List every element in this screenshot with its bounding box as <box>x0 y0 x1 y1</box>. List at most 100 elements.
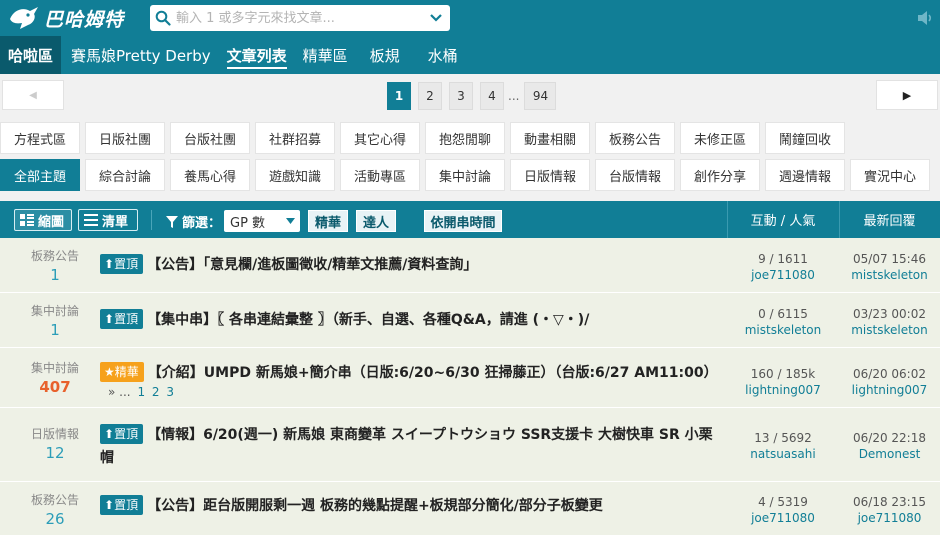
grid-view-label: 縮圖 <box>38 214 65 230</box>
category-tab[interactable]: 活動專區 <box>340 159 420 191</box>
row-last-time[interactable]: 05/07 15:46 <box>839 251 940 267</box>
badge-label: 置頂 <box>114 257 139 271</box>
nav-rules[interactable]: 板規 <box>356 36 414 74</box>
row-author[interactable]: lightning007 <box>727 382 839 398</box>
row-stats: 13 / 5692 natsuasahi <box>727 430 839 462</box>
category-tab[interactable]: 社群招募 <box>255 122 335 154</box>
search-input[interactable] <box>176 6 422 30</box>
nav-home[interactable]: 哈啦區 <box>0 36 62 74</box>
category-tab[interactable]: 方程式區 <box>0 122 80 154</box>
search-icon[interactable] <box>150 5 176 31</box>
category-tab[interactable]: 養馬心得 <box>170 159 250 191</box>
pagination: ◀ 1 2 3 4 ... 94 ▶ <box>0 74 940 122</box>
row-title[interactable]: 【集中串】〖 各串連結彙整 〗（新手、自選、各種Q&A，請進 (・▽・)/ <box>147 312 589 328</box>
page-2[interactable]: 2 <box>418 82 442 110</box>
row-category[interactable]: 集中討論 <box>0 359 110 376</box>
sub-page-link[interactable]: 1 <box>137 385 145 399</box>
nav-board-name[interactable]: 賽馬娘Pretty Derby <box>63 36 219 74</box>
row-title[interactable]: 【介紹】UMPD 新馬娘+簡介串（日版:6/20~6/30 狂掃藤正）（台版:6… <box>148 365 718 381</box>
row-author[interactable]: joe711080 <box>727 267 839 283</box>
category-tab[interactable]: 台版情報 <box>595 159 675 191</box>
table-row[interactable]: 集中討論 407 ★精華 【介紹】UMPD 新馬娘+簡介串（日版:6/20~6/3… <box>0 348 940 408</box>
sort-by-time-button[interactable]: 依開串時間 <box>424 210 502 232</box>
featured-filter-button[interactable]: 精華 <box>308 210 348 232</box>
chevron-down-icon[interactable] <box>422 5 450 31</box>
sub-page-link[interactable]: 3 <box>166 385 174 399</box>
row-last-user[interactable]: lightning007 <box>839 382 940 398</box>
nav-article-list[interactable]: 文章列表 <box>219 36 295 74</box>
row-category[interactable]: 板務公告 <box>0 247 110 264</box>
sub-page-link[interactable]: 2 <box>152 385 160 399</box>
category-tab[interactable]: 其它心得 <box>340 122 420 154</box>
category-tab[interactable]: 實況中心 <box>850 159 930 191</box>
nav-featured[interactable]: 精華區 <box>295 36 356 74</box>
arrow-up-icon: ⬆ <box>104 427 115 441</box>
row-stats: 9 / 1611 joe711080 <box>727 251 839 283</box>
category-tab[interactable]: 綜合討論 <box>85 159 165 191</box>
search-box <box>150 5 450 31</box>
prev-page-button[interactable]: ◀ <box>2 80 64 110</box>
category-tab[interactable]: 日版社團 <box>85 122 165 154</box>
row-author[interactable]: joe711080 <box>727 510 839 526</box>
list-view-button[interactable]: 清單 <box>78 209 138 231</box>
row-title[interactable]: 【公告】距台版開服剩一週 板務的幾點提醒+板規部分簡化/部分子板變更 <box>147 498 603 514</box>
row-last-time[interactable]: 06/18 23:15 <box>839 494 940 510</box>
table-row[interactable]: 板務公告 26 ⬆置頂 【公告】距台版開服剩一週 板務的幾點提醒+板規部分簡化/部… <box>0 482 940 536</box>
row-category[interactable]: 集中討論 <box>0 302 110 319</box>
row-stats-value: 160 / 185k <box>750 367 816 381</box>
category-tab[interactable]: 週邊情報 <box>765 159 845 191</box>
site-logo[interactable]: 巴哈姆特 <box>8 4 124 32</box>
expert-filter-button[interactable]: 達人 <box>356 210 396 232</box>
category-tab[interactable]: 抱怨閒聊 <box>425 122 505 154</box>
row-title[interactable]: 【公告】「意見欄/進板圖徵收/精華文推薦/資料查詢」 <box>147 257 477 273</box>
row-last-user[interactable]: mistskeleton <box>839 322 940 338</box>
row-gp: 1 <box>50 266 60 284</box>
board-nav: 哈啦區 賽馬娘Pretty Derby 文章列表 精華區 板規 水桶 <box>0 36 940 74</box>
row-author[interactable]: mistskeleton <box>727 322 839 338</box>
row-gp: 1 <box>50 321 60 339</box>
page-1[interactable]: 1 <box>387 82 411 110</box>
category-tab[interactable]: 日版情報 <box>510 159 590 191</box>
volume-icon[interactable] <box>916 9 934 31</box>
row-last-time[interactable]: 03/23 00:02 <box>839 306 940 322</box>
category-tab[interactable]: 板務公告 <box>595 122 675 154</box>
featured-badge: ★精華 <box>100 362 144 382</box>
nav-bucket[interactable]: 水桶 <box>414 36 472 74</box>
category-tab[interactable]: 未修正區 <box>680 122 760 154</box>
category-tab[interactable]: 台版社團 <box>170 122 250 154</box>
category-tab[interactable]: 集中討論 <box>425 159 505 191</box>
category-tab-all[interactable]: 全部主題 <box>0 159 80 191</box>
list-view-label: 清單 <box>102 214 129 230</box>
page-4[interactable]: 4 <box>480 82 504 110</box>
list-header: 縮圖 清單 篩選： GP 數 精華 達人 依開串時間 互動 / 人氣 最新回覆 <box>0 201 940 238</box>
col-last-reply-header: 最新回覆 <box>863 214 916 229</box>
next-page-button[interactable]: ▶ <box>876 80 938 110</box>
table-row[interactable]: 集中討論 1 ⬆置頂 【集中串】〖 各串連結彙整 〗（新手、自選、各種Q&A，請進… <box>0 293 940 348</box>
table-row[interactable]: 板務公告 1 ⬆置頂 【公告】「意見欄/進板圖徵收/精華文推薦/資料查詢」 9 /… <box>0 238 940 293</box>
row-gp: 407 <box>39 378 71 396</box>
row-stats-value: 9 / 1611 <box>758 252 808 266</box>
row-last-user[interactable]: Demonest <box>839 446 940 462</box>
row-title[interactable]: 【情報】6/20(週一) 新馬娘 東商變革 スイープトウショウ SSR支援卡 大… <box>100 427 713 466</box>
row-author[interactable]: natsuasahi <box>727 446 839 462</box>
row-stats-value: 13 / 5692 <box>754 431 812 445</box>
page-3[interactable]: 3 <box>449 82 473 110</box>
grid-view-button[interactable]: 縮圖 <box>14 209 72 231</box>
dragon-logo-icon <box>10 7 38 29</box>
top-bar: 巴哈姆特 <box>0 0 940 36</box>
row-category[interactable]: 日版情報 <box>0 425 110 442</box>
table-row[interactable]: 日版情報 12 ⬆置頂 【情報】6/20(週一) 新馬娘 東商變革 スイープトウシ… <box>0 408 940 482</box>
row-last-time[interactable]: 06/20 06:02 <box>839 366 940 382</box>
row-last-user[interactable]: joe711080 <box>839 510 940 526</box>
row-last-time[interactable]: 06/20 22:18 <box>839 430 940 446</box>
row-category[interactable]: 板務公告 <box>0 491 110 508</box>
sort-select[interactable]: GP 數 <box>224 210 300 232</box>
row-stats: 0 / 6115 mistskeleton <box>727 306 839 338</box>
category-tab[interactable]: 鬧鐘回收 <box>765 122 845 154</box>
category-tab[interactable]: 遊戲知識 <box>255 159 335 191</box>
category-tab[interactable]: 動畫相關 <box>510 122 590 154</box>
category-tab[interactable]: 創作分享 <box>680 159 760 191</box>
page-last[interactable]: 94 <box>524 82 557 110</box>
row-last-user[interactable]: mistskeleton <box>839 267 940 283</box>
category-tabs: 方程式區 日版社團 台版社團 社群招募 其它心得 抱怨閒聊 動畫相關 板務公告 … <box>0 122 940 196</box>
